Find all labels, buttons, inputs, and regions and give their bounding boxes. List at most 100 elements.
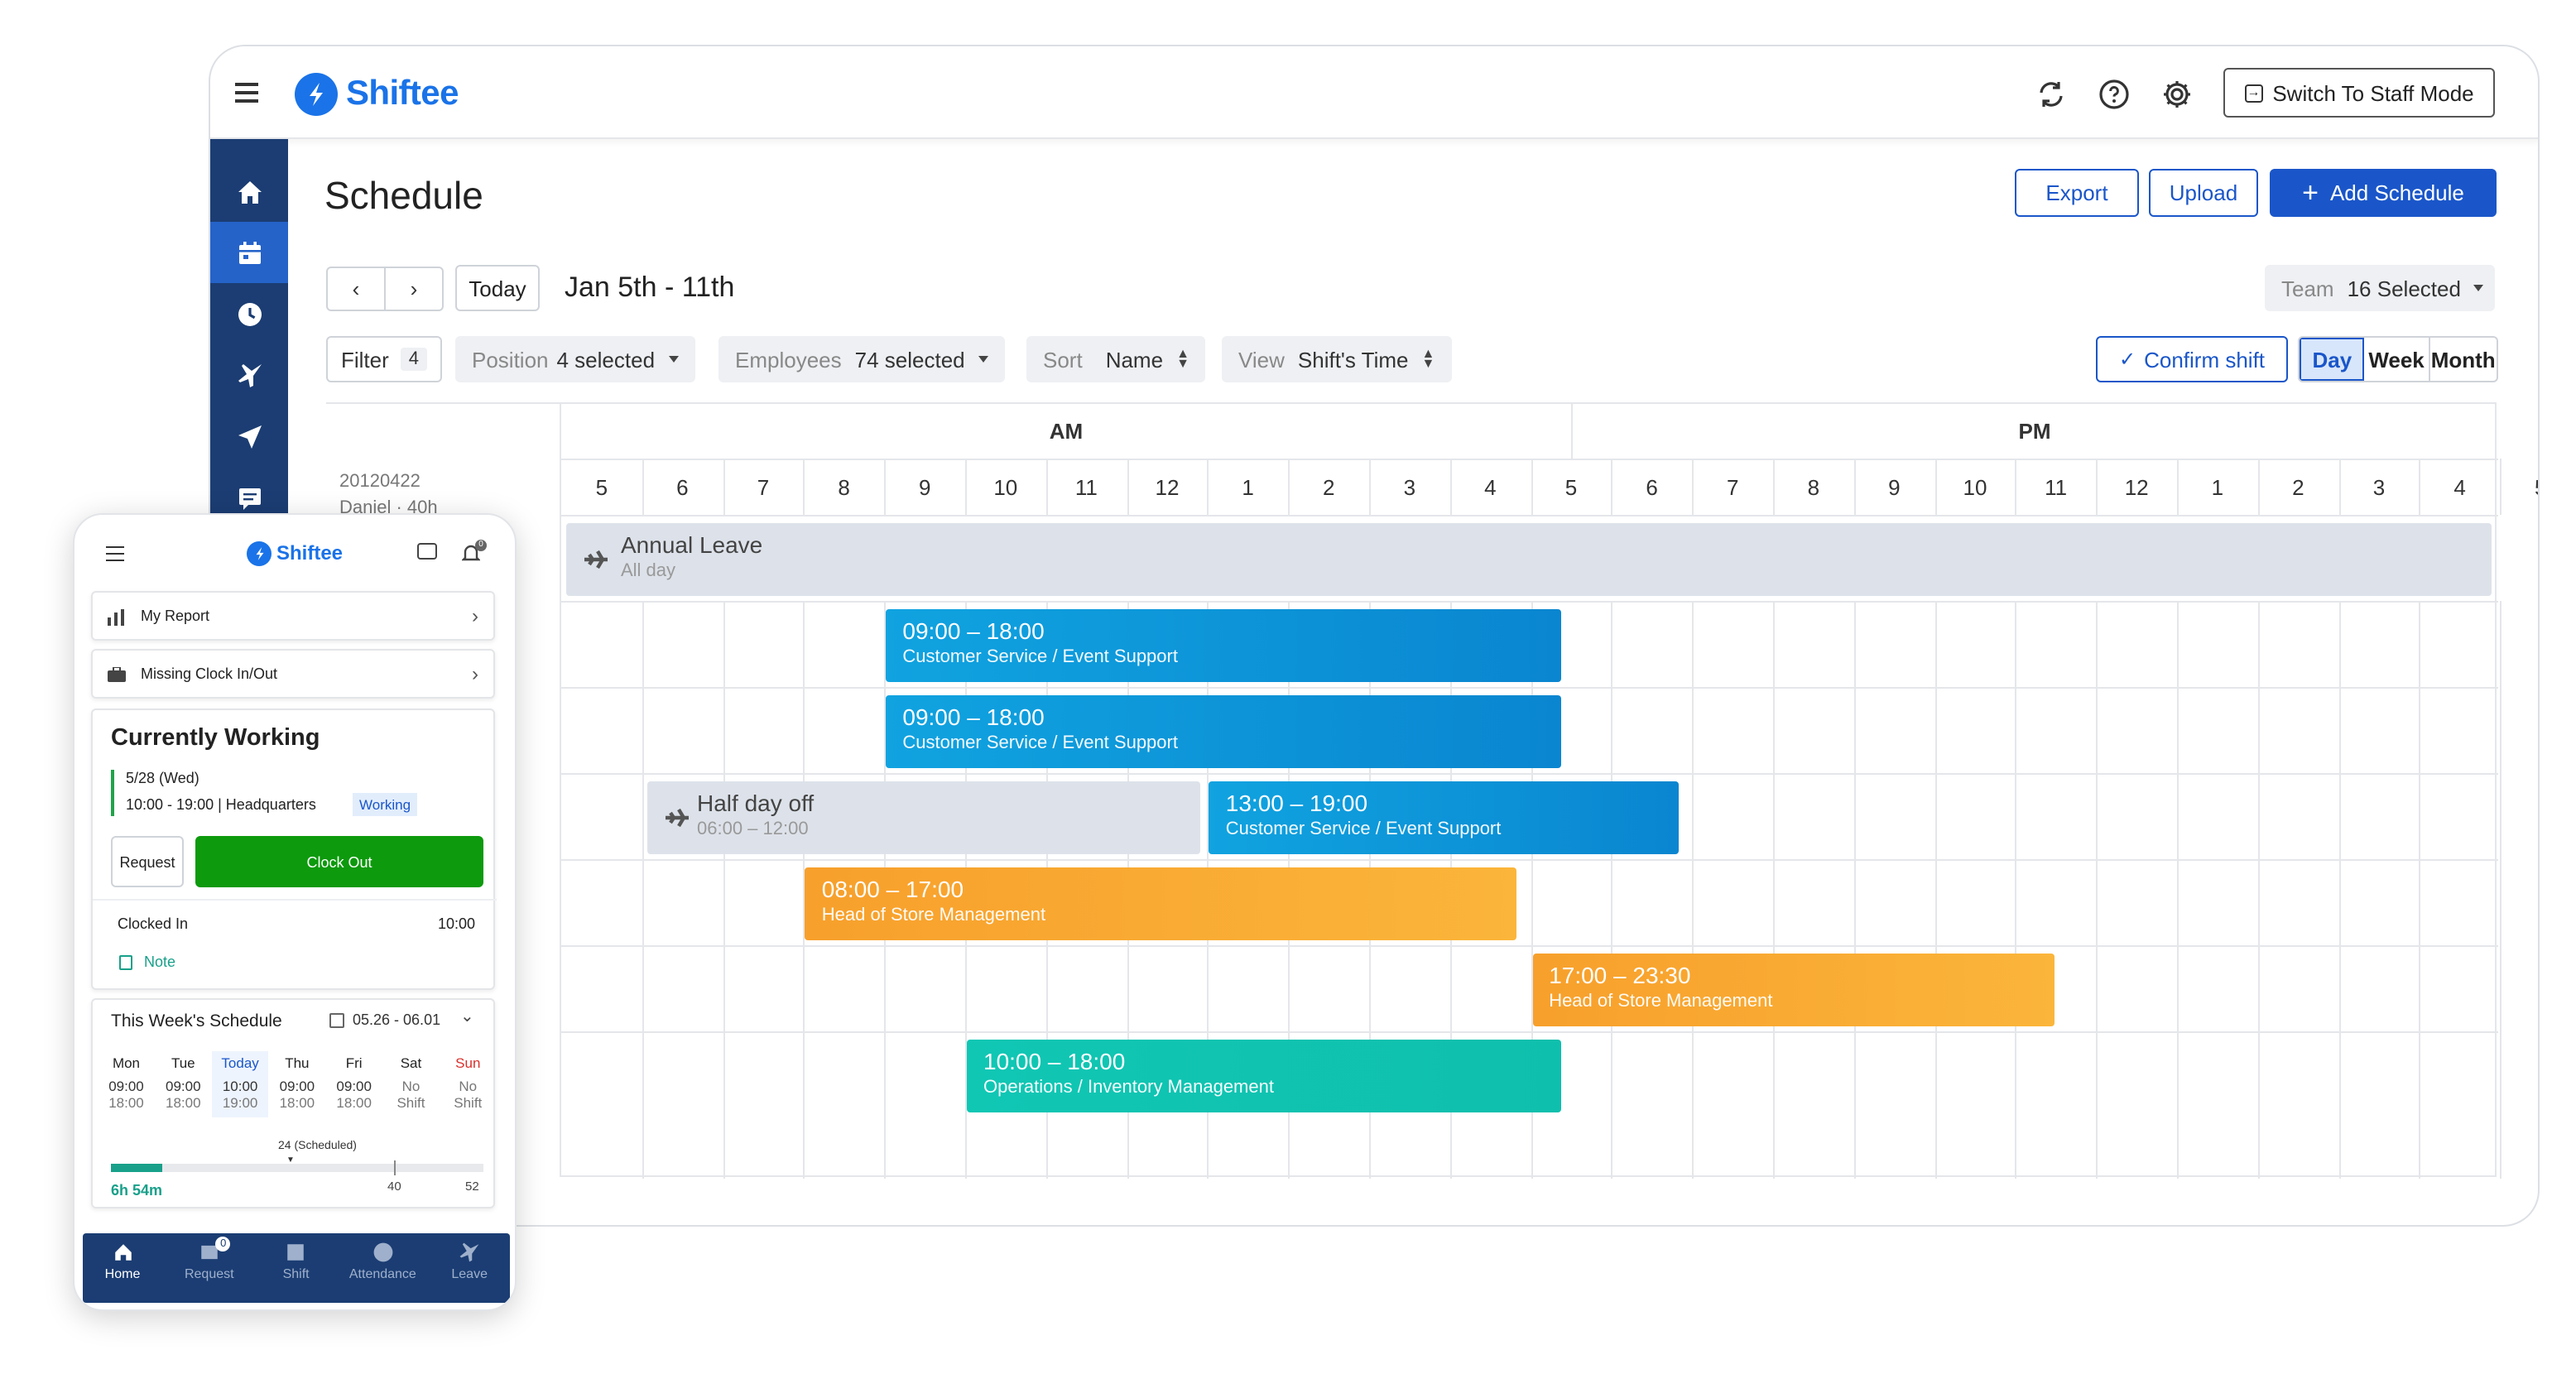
scheduled-label: 24 (Scheduled) xyxy=(278,1141,357,1152)
day-end: 18:00 xyxy=(279,1094,315,1111)
day-name: Tue xyxy=(171,1055,195,1071)
shift-time: 10:00 – 18:00 xyxy=(983,1048,1126,1074)
view-select[interactable]: View Shift's Time ▲ ▼ xyxy=(1222,336,1452,382)
day-name: Thu xyxy=(285,1055,310,1071)
chevron-right-icon: › xyxy=(410,276,418,301)
filter-label: Filter xyxy=(340,347,389,372)
tab-home[interactable]: Home xyxy=(79,1242,166,1281)
add-schedule-label: Add Schedule xyxy=(2329,180,2464,205)
shift-time: 08:00 – 17:00 xyxy=(821,876,964,902)
view-mode-month[interactable]: Month xyxy=(2429,338,2497,381)
week-days: Mon 09:00 18:00 Tue 09:00 18:00 Today 10:00 19:0… xyxy=(98,1051,495,1117)
nav-send-icon[interactable] xyxy=(210,406,288,467)
view-mode-day[interactable]: Day xyxy=(2300,338,2365,381)
shift-time: 17:00 – 23:30 xyxy=(1549,962,1691,988)
clock-out-button[interactable]: Clock Out xyxy=(195,836,483,887)
export-button[interactable]: Export xyxy=(2015,169,2139,217)
view-mode-toggle: Day Week Month xyxy=(2298,336,2498,382)
tick-40-line xyxy=(394,1160,396,1175)
shift-block[interactable]: 08:00 – 17:00 Head of Store Management xyxy=(805,867,1517,940)
sort-select[interactable]: Sort Name ▲ ▼ xyxy=(1026,336,1206,382)
view-mode-week[interactable]: Week xyxy=(2365,338,2430,381)
chevron-left-icon: ‹ xyxy=(352,276,360,301)
working-badge: Working xyxy=(353,793,418,816)
tab-shift[interactable]: Shift xyxy=(253,1242,339,1281)
shift-time: 09:00 – 18:00 xyxy=(902,704,1045,730)
mobile-brand-name: Shiftee xyxy=(276,541,344,564)
week-day-cell[interactable]: Tue 09:00 18:00 xyxy=(155,1051,212,1117)
week-day-cell[interactable]: Sat No Shift xyxy=(382,1051,440,1117)
my-report-row[interactable]: My Report › xyxy=(91,591,495,641)
working-title: Currently Working xyxy=(111,725,320,752)
switch-staff-mode-button[interactable]: → Switch To Staff Mode xyxy=(2223,68,2495,118)
week-range[interactable]: 05.26 - 06.01 xyxy=(353,1011,440,1028)
attendance-icon xyxy=(372,1242,392,1262)
today-button[interactable]: Today xyxy=(455,265,540,311)
nav-clock-icon[interactable] xyxy=(210,283,288,344)
next-week-button[interactable]: › xyxy=(384,267,444,311)
request-button[interactable]: Request xyxy=(111,836,184,887)
confirm-shift-button[interactable]: ✓ Confirm shift xyxy=(2096,336,2288,382)
week-day-cell[interactable]: Sun No Shift xyxy=(440,1051,497,1117)
chevron-down-icon[interactable]: ⌄ xyxy=(460,1008,474,1026)
mobile-menu-icon[interactable] xyxy=(106,546,124,561)
refresh-icon[interactable] xyxy=(2035,78,2068,111)
worked-hours: 6h 54m xyxy=(111,1182,163,1199)
check-icon: ✓ xyxy=(2118,348,2136,371)
sort-value: Name xyxy=(1105,347,1164,372)
filter-button[interactable]: Filter 4 xyxy=(326,336,442,382)
confirm-shift-label: Confirm shift xyxy=(2144,347,2266,372)
view-value: Shift's Time xyxy=(1297,347,1409,372)
tab-attendance[interactable]: Attendance xyxy=(339,1242,425,1281)
clocked-in-label: Clocked In xyxy=(118,915,189,932)
week-day-cell[interactable]: Fri 09:00 18:00 xyxy=(325,1051,382,1117)
missing-clock-row[interactable]: Missing Clock In/Out › xyxy=(91,649,495,699)
week-day-cell[interactable]: Mon 09:00 18:00 xyxy=(98,1051,155,1117)
brand-name: Shiftee xyxy=(346,74,459,113)
shift-block[interactable]: 10:00 – 18:00 Operations / Inventory Mana… xyxy=(967,1040,1562,1112)
help-icon[interactable] xyxy=(2098,78,2131,111)
add-schedule-button[interactable]: + Add Schedule xyxy=(2270,169,2497,217)
menu-icon[interactable] xyxy=(235,83,258,103)
prev-week-button[interactable]: ‹ xyxy=(326,267,386,311)
filter-count-badge: 4 xyxy=(400,348,427,371)
tab-label: Home xyxy=(104,1266,141,1281)
bottom-tab-bar: Home Request 0 Shift Attendance Leave xyxy=(83,1233,510,1303)
shift-block[interactable]: 17:00 – 23:30 Head of Store Management xyxy=(1532,954,2055,1026)
week-day-cell[interactable]: Thu 09:00 18:00 xyxy=(268,1051,325,1117)
note-link[interactable]: Note xyxy=(144,954,175,970)
shift-block[interactable]: 09:00 – 18:00 Customer Service / Event Su… xyxy=(886,695,1562,768)
day-name: Sat xyxy=(400,1055,422,1071)
nav-plane-icon[interactable] xyxy=(210,344,288,406)
position-select[interactable]: Position 4 selected xyxy=(455,336,695,382)
nav-calendar-icon[interactable] xyxy=(210,222,288,283)
bell-badge: 0 xyxy=(475,540,487,551)
team-select[interactable]: Team 16 Selected xyxy=(2265,265,2495,311)
day-end: 18:00 xyxy=(108,1094,144,1111)
tab-label: Shift xyxy=(282,1266,310,1281)
gear-icon[interactable] xyxy=(2160,78,2194,111)
tab-request[interactable]: Request 0 xyxy=(166,1237,252,1281)
shift-description: Head of Store Management xyxy=(821,906,1046,925)
day-start: 09:00 xyxy=(166,1077,201,1093)
plus-icon: + xyxy=(2302,176,2319,208)
top-bar: Shiftee → Switch To Staff Mode xyxy=(210,46,2538,139)
employees-select[interactable]: Employees 74 selected xyxy=(718,336,1005,382)
clocked-in-time: 10:00 xyxy=(437,915,475,932)
tab-leave[interactable]: Leave xyxy=(426,1242,512,1281)
upload-button[interactable]: Upload xyxy=(2149,169,2258,217)
day-start: 09:00 xyxy=(336,1077,372,1093)
day-name: Sun xyxy=(455,1055,481,1071)
team-value: 16 Selected xyxy=(2347,276,2461,300)
briefcase-icon xyxy=(108,667,126,682)
shift-block[interactable]: 13:00 – 19:00 Customer Service / Event Su… xyxy=(1209,781,1679,854)
shift-time: 13:00 – 19:00 xyxy=(1225,790,1368,816)
week-day-cell[interactable]: Today 10:00 19:00 xyxy=(211,1051,269,1117)
sort-label: Sort xyxy=(1043,347,1083,372)
bar-chart-icon xyxy=(108,609,124,626)
nav-home-icon[interactable] xyxy=(210,161,288,222)
day-start: 09:00 xyxy=(108,1077,144,1093)
desktop-window: Shiftee → Switch To Staff Mode Schedule … xyxy=(209,45,2540,1227)
chat-icon[interactable] xyxy=(417,543,437,560)
shift-block[interactable]: 09:00 – 18:00 Customer Service / Event Su… xyxy=(886,609,1562,682)
